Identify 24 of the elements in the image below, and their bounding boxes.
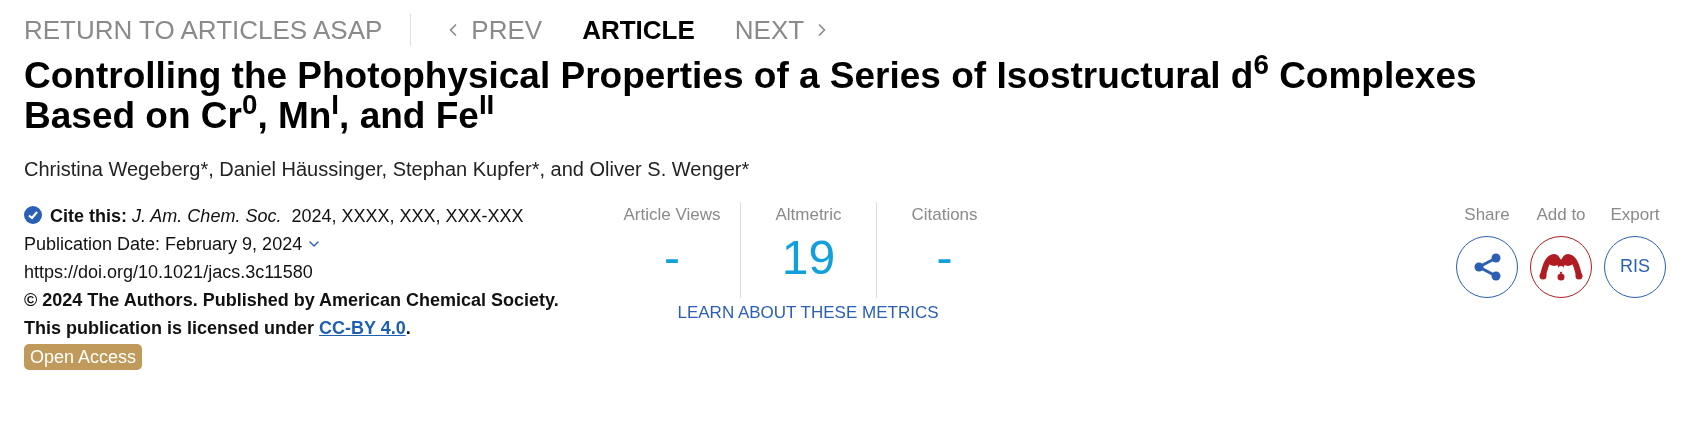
metric-value: - (936, 229, 953, 286)
nav-link[interactable]: PREV (443, 17, 543, 43)
nav-link[interactable]: NEXT (734, 17, 833, 43)
action-label: Share (1464, 204, 1510, 226)
metric-value: - (664, 229, 680, 286)
doi-link[interactable]: https://doi.org/10.1021/jacs.3c11580 (24, 258, 564, 286)
check-circle-icon (24, 206, 42, 224)
article-tab[interactable]: ARTICLE (582, 17, 695, 43)
publication-date: Publication Date: February 9, 2024 (24, 233, 303, 256)
license-statement: © 2024 The Authors. Published by American Chemical Society. This publication is licensed under CC-BY 4.0. (24, 289, 560, 340)
action-label: Export (1610, 204, 1660, 226)
open-access-badge: Open Access (24, 344, 143, 370)
metric-label: Citations (911, 204, 978, 226)
citation-text: Cite this: J. Am. Chem. Soc. 2024, XXXX, XXX, XXX-XXX (50, 205, 524, 228)
action-label: Add to (1536, 204, 1586, 226)
network-icon (1539, 251, 1583, 282)
license-link[interactable]: CC-BY 4.0 (319, 318, 406, 338)
metrics-link[interactable]: LEARN ABOUT THESE METRICS (677, 300, 939, 326)
article-title: Controlling the Photophysical Properties of a Series of Isostructural d$^{6}$ Complexes Based on Cr$^{0}$, Mn$^{I}$, and Fe$^{II}$ (24, 56, 1478, 136)
author-list: Christina Wegeberg*, Daniel Häussinger, Stephan Kupfer*, and Oliver S. Wenger* (24, 154, 1670, 184)
metric-value: 19 (781, 229, 836, 286)
return-link[interactable]: RETURN TO ARTICLES ASAP (24, 17, 411, 43)
metric-label: Article Views (623, 204, 721, 226)
metric-label: Altmetric (775, 204, 842, 226)
